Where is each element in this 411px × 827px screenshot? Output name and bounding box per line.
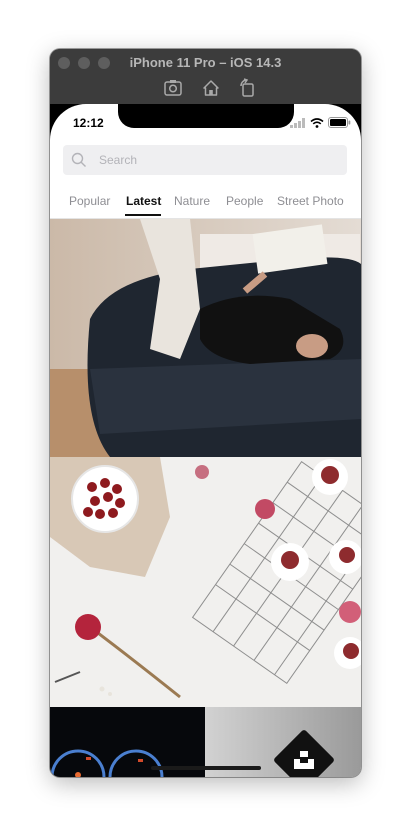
device-screen: 12:12 Search Popular Latest Nature Peopl… (50, 104, 361, 777)
search-icon (71, 152, 87, 168)
tab-nature[interactable]: Nature (174, 194, 210, 208)
wifi-icon (310, 117, 324, 128)
simulator-titlebar: iPhone 11 Pro – iOS 14.3 (50, 49, 361, 105)
tab-popular[interactable]: Popular (69, 194, 110, 208)
tab-latest[interactable]: Latest (126, 194, 161, 208)
cellular-signal-icon (290, 117, 306, 128)
app-screen: 12:12 Search Popular Latest Nature Peopl… (50, 104, 361, 777)
tab-people[interactable]: People (226, 194, 263, 208)
active-tab-indicator (125, 214, 161, 216)
search-placeholder: Search (99, 153, 138, 167)
window-title: iPhone 11 Pro – iOS 14.3 (129, 55, 282, 70)
device-notch (118, 104, 294, 128)
simulator-window: iPhone 11 Pro – iOS 14.3 12:12 Search Po… (50, 49, 361, 777)
tab-street-photo[interactable]: Street Photo (277, 194, 344, 208)
status-icons (290, 117, 351, 128)
battery-icon (328, 117, 351, 128)
status-time: 12:12 (73, 116, 104, 130)
category-tabs: Popular Latest Nature People Street Phot… (50, 192, 361, 218)
home-indicator[interactable] (151, 766, 261, 770)
photo-woman-on-sofa[interactable] (50, 219, 361, 457)
home-icon[interactable] (201, 78, 221, 98)
screenshot-icon[interactable] (163, 78, 183, 98)
photo-cherries-and-meringues[interactable] (50, 457, 361, 707)
unsplash-logo-icon (291, 749, 317, 771)
rotate-icon[interactable] (237, 78, 257, 98)
search-field[interactable]: Search (63, 145, 347, 175)
